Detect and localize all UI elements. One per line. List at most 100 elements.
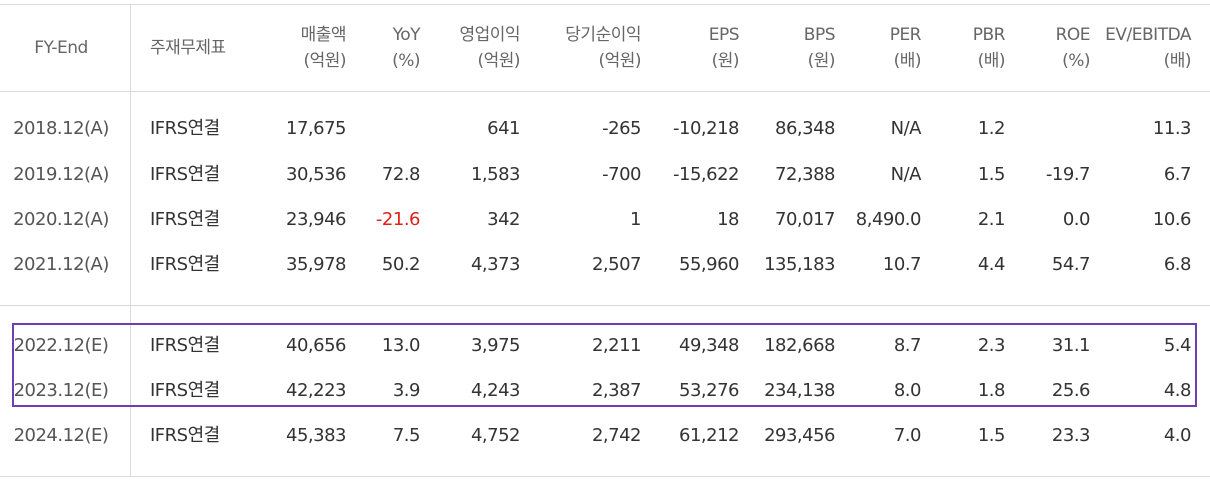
cell-bps: 86,348 — [775, 118, 835, 139]
cell-operating-profit: 342 — [487, 209, 520, 230]
cell-eps: 55,960 — [679, 254, 739, 275]
cell-roe: -19.7 — [1045, 164, 1091, 185]
cell-eps: -10,218 — [673, 118, 739, 139]
cell-ev-ebitda: 6.8 — [1163, 254, 1192, 275]
cell-roe: 0.0 — [1062, 209, 1091, 230]
cell-main-statement: IFRS연결 — [150, 118, 220, 139]
cell-per: N/A — [890, 164, 922, 185]
header-unit: (%) — [392, 51, 420, 71]
cell-revenue: 40,656 — [286, 335, 346, 356]
column-divider — [130, 4, 131, 476]
header-unit: (억원) — [303, 51, 346, 71]
cell-ev-ebitda: 6.7 — [1163, 164, 1192, 185]
header-label: EV/EBITDA — [1105, 25, 1191, 45]
cell-revenue: 35,978 — [286, 254, 346, 275]
cell-yoy: 3.9 — [392, 380, 421, 401]
header-yoy: YoY (%) — [350, 22, 420, 74]
cell-pbr: 1.2 — [977, 118, 1006, 139]
header-per: PER (배) — [835, 22, 922, 74]
cell-fy-end: 2018.12(A) — [13, 118, 109, 139]
header-label: 매출액 — [300, 25, 347, 45]
cell-fy-end: 2021.12(A) — [13, 254, 109, 275]
cell-roe: 23.3 — [1051, 425, 1091, 446]
cell-revenue: 42,223 — [286, 380, 346, 401]
cell-operating-profit: 1,583 — [470, 164, 521, 185]
cell-operating-profit: 4,752 — [470, 425, 521, 446]
cell-ev-ebitda: 4.8 — [1163, 380, 1192, 401]
cell-net-income: 2,742 — [591, 425, 642, 446]
cell-ev-ebitda: 4.0 — [1163, 425, 1192, 446]
cell-revenue: 45,383 — [286, 425, 346, 446]
cell-per: 8.0 — [893, 380, 922, 401]
cell-operating-profit: 4,373 — [470, 254, 521, 275]
cell-fy-end: 2023.12(E) — [13, 380, 109, 401]
cell-main-statement: IFRS연결 — [150, 209, 220, 230]
header-label: PER — [889, 25, 922, 45]
cell-roe: 54.7 — [1051, 254, 1091, 275]
header-unit: (억원) — [598, 51, 641, 71]
header-label: YoY — [392, 25, 421, 45]
header-label: FY-End — [34, 38, 88, 58]
header-label: 주재무제표 — [150, 38, 226, 58]
header-pbr: PBR (배) — [921, 22, 1006, 74]
cell-per: 7.0 — [893, 425, 922, 446]
header-unit: (원) — [807, 51, 836, 71]
cell-operating-profit: 4,243 — [470, 380, 521, 401]
cell-bps: 135,183 — [764, 254, 835, 275]
cell-main-statement: IFRS연결 — [150, 380, 220, 401]
cell-yoy: -21.6 — [375, 209, 421, 230]
header-unit: (%) — [1062, 51, 1090, 71]
cell-pbr: 4.4 — [977, 254, 1006, 275]
financial-table: FY-End 주재무제표 매출액 (억원) YoY (%) 영업이익 (억원) 당기순이익 (억원… — [0, 0, 1210, 482]
header-label: PBR — [972, 25, 1006, 45]
cell-net-income: 2,387 — [591, 380, 642, 401]
cell-revenue: 23,946 — [286, 209, 346, 230]
header-operating-profit: 영업이익 (억원) — [420, 22, 520, 74]
cell-yoy: 50.2 — [381, 254, 421, 275]
header-ev-ebitda: EV/EBITDA (배) — [1090, 22, 1191, 74]
header-label: 영업이익 — [459, 25, 520, 45]
header-net-income: 당기순이익 (억원) — [520, 22, 641, 74]
cell-roe: 25.6 — [1051, 380, 1091, 401]
header-label: BPS — [803, 25, 836, 45]
cell-eps: 61,212 — [679, 425, 739, 446]
cell-ev-ebitda: 10.6 — [1152, 209, 1192, 230]
cell-yoy: 72.8 — [381, 164, 421, 185]
cell-fy-end: 2024.12(E) — [13, 425, 109, 446]
cell-main-statement: IFRS연결 — [150, 425, 220, 446]
section-divider — [0, 305, 1210, 306]
cell-eps: 53,276 — [679, 380, 739, 401]
cell-pbr: 1.5 — [977, 164, 1006, 185]
header-label: 당기순이익 — [565, 25, 641, 45]
cell-eps: 18 — [717, 209, 739, 230]
header-main-statement: 주재무제표 — [150, 35, 260, 61]
cell-eps: 49,348 — [679, 335, 739, 356]
cell-per: N/A — [890, 118, 922, 139]
cell-main-statement: IFRS연결 — [150, 164, 220, 185]
cell-bps: 72,388 — [775, 164, 835, 185]
header-roe: ROE (%) — [1005, 22, 1091, 74]
header-unit: (배) — [1163, 51, 1192, 71]
cell-eps: -15,622 — [673, 164, 739, 185]
cell-per: 10.7 — [882, 254, 922, 275]
cell-main-statement: IFRS연결 — [150, 335, 220, 356]
cell-net-income: -700 — [602, 164, 641, 185]
cell-operating-profit: 641 — [487, 118, 520, 139]
cell-pbr: 2.3 — [977, 335, 1006, 356]
header-unit: (억원) — [477, 51, 520, 71]
header-unit: (배) — [977, 51, 1006, 71]
cell-bps: 182,668 — [764, 335, 835, 356]
header-label: EPS — [708, 25, 740, 45]
cell-pbr: 1.5 — [977, 425, 1006, 446]
cell-roe: 31.1 — [1051, 335, 1091, 356]
cell-bps: 293,456 — [764, 425, 835, 446]
header-label: ROE — [1055, 25, 1091, 45]
header-fy-end: FY-End — [0, 35, 122, 61]
cell-pbr: 2.1 — [977, 209, 1006, 230]
cell-per: 8.7 — [893, 335, 922, 356]
header-eps: EPS (원) — [641, 22, 740, 74]
cell-fy-end: 2020.12(A) — [13, 209, 109, 230]
cell-revenue: 30,536 — [286, 164, 346, 185]
cell-net-income: 2,211 — [591, 335, 642, 356]
cell-operating-profit: 3,975 — [470, 335, 521, 356]
